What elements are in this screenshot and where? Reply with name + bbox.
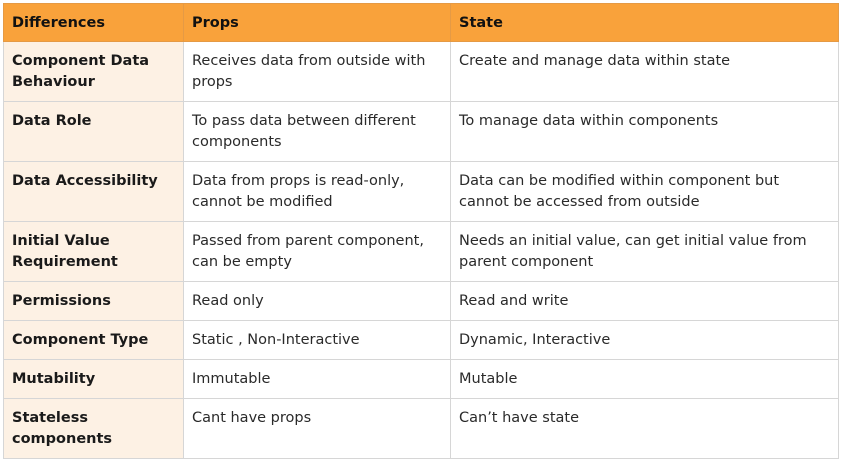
table-body: Component Data Behaviour Receives data f… (3, 41, 839, 459)
header-differences: Differences (3, 3, 184, 42)
props-cell: Cant have props (183, 398, 451, 459)
row-label: Data Accessibility (3, 161, 184, 222)
props-cell: To pass data between different component… (183, 101, 451, 162)
table-row: Data Accessibility Data from props is re… (3, 161, 839, 222)
state-cell: To manage data within components (450, 101, 839, 162)
state-cell: Needs an initial value, can get initial … (450, 221, 839, 282)
table-row: Component Type Static , Non-Interactive … (3, 320, 839, 360)
table-row: Initial Value Requirement Passed from pa… (3, 221, 839, 282)
table-row: Component Data Behaviour Receives data f… (3, 41, 839, 102)
row-label: Stateless components (3, 398, 184, 459)
row-label: Data Role (3, 101, 184, 162)
row-label: Mutability (3, 359, 184, 399)
state-cell: Can’t have state (450, 398, 839, 459)
props-cell: Receives data from outside with props (183, 41, 451, 102)
row-label: Initial Value Requirement (3, 221, 184, 282)
table-row: Stateless components Cant have props Can… (3, 398, 839, 459)
props-cell: Data from props is read-only, cannot be … (183, 161, 451, 222)
props-cell: Read only (183, 281, 451, 321)
row-label: Component Data Behaviour (3, 41, 184, 102)
state-cell: Mutable (450, 359, 839, 399)
row-label: Component Type (3, 320, 184, 360)
props-cell: Immutable (183, 359, 451, 399)
state-cell: Data can be modified within component bu… (450, 161, 839, 222)
table-row: Permissions Read only Read and write (3, 281, 839, 321)
table-header: Differences Props State (3, 3, 839, 42)
state-cell: Dynamic, Interactive (450, 320, 839, 360)
props-cell: Passed from parent component, can be emp… (183, 221, 451, 282)
table-row: Mutability Immutable Mutable (3, 359, 839, 399)
header-props: Props (183, 3, 451, 42)
state-cell: Read and write (450, 281, 839, 321)
table-row: Data Role To pass data between different… (3, 101, 839, 162)
header-state: State (450, 3, 839, 42)
row-label: Permissions (3, 281, 184, 321)
state-cell: Create and manage data within state (450, 41, 839, 102)
comparison-table: Differences Props State Component Data B… (3, 3, 839, 459)
props-cell: Static , Non-Interactive (183, 320, 451, 360)
header-row: Differences Props State (3, 3, 839, 42)
